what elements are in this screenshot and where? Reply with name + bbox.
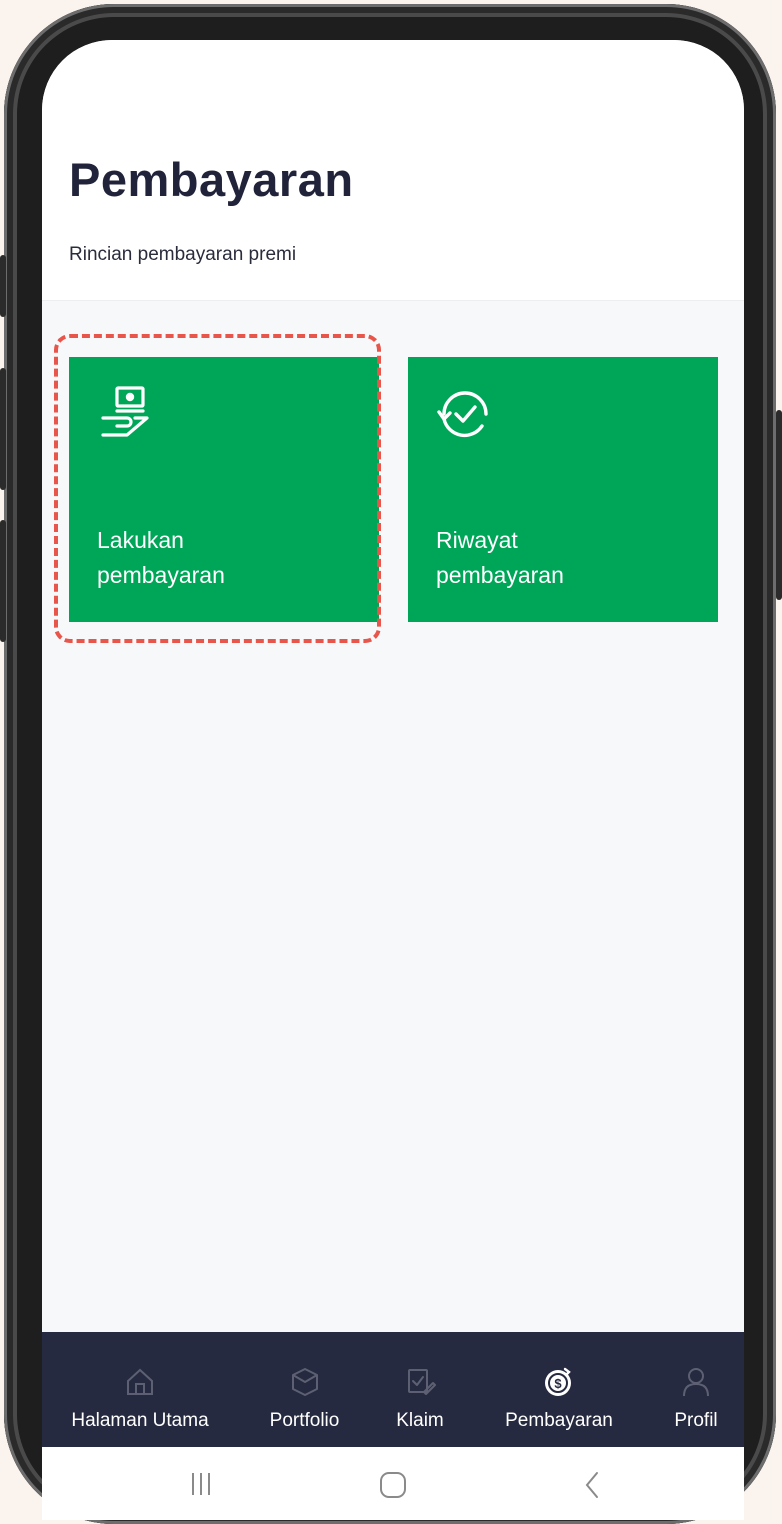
payment-history-tile[interactable]: Riwayat pembayaran [408,357,718,622]
nav-label: Pembayaran [505,1410,613,1431]
nav-label: Portfolio [269,1410,340,1431]
tile-label: Riwayat pembayaran [436,523,696,593]
nav-item-portfolio[interactable]: Portfolio [247,1332,362,1447]
page-header: Pembayaran Rincian pembayaran premi [42,40,744,301]
nav-label: Klaim [396,1410,444,1431]
volume-button [0,368,6,490]
home-icon [127,1368,153,1395]
page-subtitle: Rincian pembayaran premi [69,244,297,265]
nav-item-klaim[interactable]: Klaim [380,1332,460,1447]
make-payment-tile[interactable]: Lakukan pembayaran [69,357,379,622]
system-nav-bar [42,1447,744,1520]
nav-item-profil[interactable]: Profil [656,1332,736,1447]
history-check-icon [437,391,488,438]
tile-label-line2: pembayaran [97,562,225,588]
volume-button [0,255,6,317]
tile-label-line1: Lakukan [97,527,184,553]
payment-icon: $ [545,1367,571,1396]
home-button-icon[interactable] [373,1465,413,1505]
claim-icon [408,1369,436,1395]
tile-label-line1: Riwayat [436,527,518,553]
power-button [776,410,782,600]
back-icon[interactable] [572,1465,612,1505]
side-button [0,520,6,642]
recent-apps-icon[interactable] [181,1465,221,1505]
nav-item-home[interactable]: Halaman Utama [50,1332,230,1447]
svg-text:$: $ [554,1376,562,1391]
tile-label-line2: pembayaran [436,562,564,588]
bottom-nav: Halaman Utama Portfolio Klaim $ Pembayar… [42,1332,744,1447]
hand-cash-icon [101,386,149,437]
nav-item-pembayaran[interactable]: $ Pembayaran [484,1332,634,1447]
box-icon [291,1368,318,1396]
nav-label: Profil [674,1410,718,1431]
person-icon [683,1368,709,1397]
tile-label: Lakukan pembayaran [97,523,357,593]
page-title: Pembayaran [69,153,354,206]
phone-screen: Pembayaran Rincian pembayaran premi Laku… [42,40,744,1520]
nav-label: Halaman Utama [71,1410,209,1431]
